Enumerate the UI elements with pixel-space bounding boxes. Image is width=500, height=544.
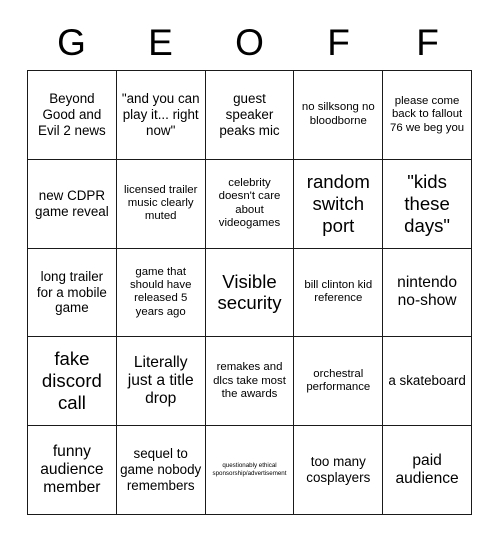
bingo-cell-label: licensed trailer music clearly muted — [123, 183, 198, 223]
bingo-cell[interactable]: paid audience — [383, 426, 472, 515]
bingo-cell[interactable]: game that should have released 5 years a… — [116, 248, 206, 338]
bingo-header-letter-4: F — [416, 21, 439, 63]
bingo-cell-label: nintendo no-show — [397, 274, 457, 310]
bingo-cell[interactable]: "kids these days" — [383, 159, 472, 249]
bingo-cell[interactable]: Literally just a title drop — [116, 337, 206, 427]
bingo-cell-label: a skateboard — [388, 373, 466, 389]
bingo-cell-label: remakes and dlcs take most the awards — [213, 361, 286, 401]
bingo-cell-label: paid audience — [395, 451, 459, 488]
bingo-cell-label: no silksong no bloodborne — [301, 101, 375, 127]
bingo-cell[interactable]: random switch port — [294, 159, 384, 249]
bingo-cell[interactable]: funny audience member — [28, 426, 117, 515]
bingo-cell[interactable]: nintendo no-show — [383, 248, 472, 338]
bingo-row: Beyond Good and Evil 2 news "and you can… — [28, 71, 472, 160]
bingo-cell[interactable]: long trailer for a mobile game — [28, 248, 117, 338]
bingo-cell[interactable]: "and you can play it... right now" — [116, 71, 206, 160]
bingo-cell-label: bill clinton kid reference — [304, 279, 373, 305]
bingo-grid: Beyond Good and Evil 2 news "and you can… — [27, 70, 472, 515]
bingo-cell-label: funny audience member — [40, 442, 104, 497]
bingo-cell[interactable]: no silksong no bloodborne — [294, 71, 384, 160]
bingo-cell[interactable]: orchestral performance — [294, 337, 384, 427]
bingo-cell[interactable]: guest speaker peaks mic — [205, 71, 295, 160]
bingo-cell[interactable]: please come back to fallout 76 we beg yo… — [383, 71, 472, 160]
bingo-cell[interactable]: too many cosplayers — [294, 426, 384, 515]
bingo-cell-label: random switch port — [306, 170, 370, 236]
bingo-header-letter-0: G — [57, 21, 86, 63]
bingo-cell-label: Beyond Good and Evil 2 news — [38, 91, 106, 138]
bingo-cell-label: questionably ethical sponsorship/adverti… — [212, 462, 287, 478]
bingo-cell[interactable]: questionably ethical sponsorship/adverti… — [205, 426, 295, 515]
bingo-cell[interactable]: a skateboard — [383, 337, 472, 427]
bingo-cell[interactable]: Visible security — [205, 248, 295, 338]
bingo-cell[interactable]: new CDPR game reveal — [28, 159, 117, 249]
bingo-cell-label: Literally just a title drop — [127, 353, 194, 408]
bingo-cell-label: guest speaker peaks mic — [219, 91, 280, 138]
bingo-cell-label: "and you can play it... right now" — [121, 91, 200, 138]
bingo-cell-label: orchestral performance — [306, 367, 371, 394]
bingo-cell[interactable]: licensed trailer music clearly muted — [116, 159, 206, 249]
bingo-cell-label: sequel to game nobody remembers — [120, 446, 202, 493]
bingo-cell[interactable]: remakes and dlcs take most the awards — [205, 337, 295, 427]
bingo-row: long trailer for a mobile game game that… — [28, 248, 472, 338]
bingo-row: fake discord call Literally just a title… — [28, 337, 472, 427]
bingo-cell[interactable]: fake discord call — [28, 337, 117, 427]
bingo-cell[interactable]: celebrity doesn't care about videogames — [205, 159, 295, 249]
bingo-cell-label: Visible security — [217, 270, 282, 314]
bingo-cell-label: game that should have released 5 years a… — [129, 265, 192, 318]
bingo-cell-label: too many cosplayers — [306, 454, 371, 486]
bingo-header-row: G E O F F — [27, 14, 472, 70]
bingo-cell[interactable]: Beyond Good and Evil 2 news — [28, 71, 117, 160]
bingo-header-letter-3: F — [327, 21, 350, 63]
bingo-cell-label: please come back to fallout 76 we beg yo… — [390, 94, 465, 134]
bingo-cell-label: new CDPR game reveal — [35, 187, 109, 219]
bingo-cell[interactable]: sequel to game nobody remembers — [116, 426, 206, 515]
bingo-cell[interactable]: bill clinton kid reference — [294, 248, 384, 338]
bingo-row: new CDPR game reveal licensed trailer mu… — [28, 159, 472, 249]
bingo-row: funny audience member sequel to game nob… — [28, 426, 472, 515]
bingo-header-letter-1: E — [148, 21, 173, 63]
bingo-card: G E O F F Beyond Good and Evil 2 news "a… — [27, 14, 472, 515]
bingo-cell-label: celebrity doesn't care about videogames — [218, 176, 281, 230]
bingo-cell-label: long trailer for a mobile game — [36, 268, 107, 316]
bingo-header-letter-2: O — [235, 21, 264, 63]
bingo-cell-label: fake discord call — [41, 348, 102, 414]
bingo-cell-label: "kids these days" — [404, 170, 451, 236]
